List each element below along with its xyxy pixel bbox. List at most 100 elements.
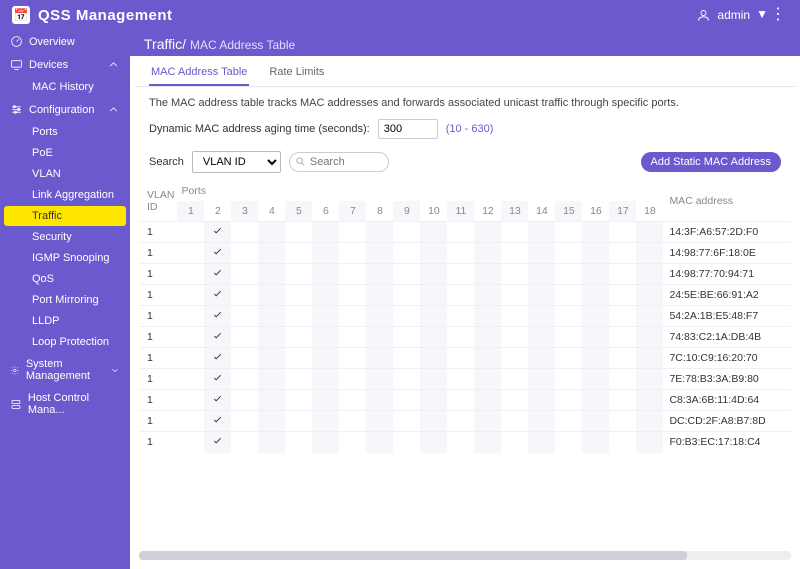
cell-port	[636, 432, 663, 453]
col-port-6[interactable]: 6	[312, 201, 339, 222]
col-port-7[interactable]: 7	[339, 201, 366, 222]
col-port-1[interactable]: 1	[177, 201, 204, 222]
table-row[interactable]: 17E:78:B3:3A:B9:80Dyn	[139, 369, 791, 390]
table-row[interactable]: 114:98:77:70:94:71Dyn	[139, 264, 791, 285]
horizontal-scrollbar[interactable]	[139, 551, 791, 560]
col-port-16[interactable]: 16	[582, 201, 609, 222]
sidebar-item-ports[interactable]: Ports	[4, 122, 126, 142]
sidebar-devices[interactable]: Devices	[0, 53, 130, 76]
col-port-10[interactable]: 10	[420, 201, 447, 222]
gear-icon	[10, 364, 20, 377]
col-port-11[interactable]: 11	[447, 201, 474, 222]
sidebar-item-vlan[interactable]: VLAN	[4, 164, 126, 184]
sidebar-system-management[interactable]: System Management	[0, 353, 130, 387]
sidebar-item-poe[interactable]: PoE	[4, 143, 126, 163]
sidebar-item-mac-history[interactable]: MAC History	[4, 77, 126, 97]
col-port-3[interactable]: 3	[231, 201, 258, 222]
col-port-14[interactable]: 14	[528, 201, 555, 222]
sidebar-item-port-mirroring[interactable]: Port Mirroring	[4, 290, 126, 310]
more-menu[interactable]: ⋮	[768, 7, 788, 23]
col-port-13[interactable]: 13	[501, 201, 528, 222]
col-vlan[interactable]: VLAN ID	[139, 181, 177, 222]
cell-port	[609, 285, 636, 306]
cell-port	[393, 348, 420, 369]
col-port-2[interactable]: 2	[204, 201, 231, 222]
cell-port	[528, 348, 555, 369]
table-row[interactable]: 114:98:77:6F:18:0EDyn	[139, 243, 791, 264]
sidebar-configuration[interactable]: Configuration	[0, 98, 130, 121]
sidebar-overview[interactable]: Overview	[0, 30, 130, 53]
table-row[interactable]: 174:83:C2:1A:DB:4BDyn	[139, 327, 791, 348]
table-row[interactable]: 154:2A:1B:E5:48:F7Dyn	[139, 306, 791, 327]
table-row[interactable]: 124:5E:BE:66:91:A2Dyn	[139, 285, 791, 306]
table-row[interactable]: 1F0:B3:EC:17:18:C4Dyn	[139, 432, 791, 453]
search-field-select[interactable]: VLAN ID	[192, 151, 281, 173]
cell-port	[582, 222, 609, 243]
user-menu[interactable]: admin ▼	[696, 8, 768, 23]
cell-port	[528, 432, 555, 453]
cell-port	[420, 285, 447, 306]
cell-port	[474, 369, 501, 390]
cell-port	[339, 369, 366, 390]
sidebar-item-link-aggregation[interactable]: Link Aggregation	[4, 185, 126, 205]
cell-port	[501, 243, 528, 264]
sidebar-item-lldp[interactable]: LLDP	[4, 311, 126, 331]
sidebar-item-security[interactable]: Security	[4, 227, 126, 247]
cell-port	[609, 432, 636, 453]
cell-port	[312, 390, 339, 411]
cell-port	[204, 306, 231, 327]
col-port-8[interactable]: 8	[366, 201, 393, 222]
main-panel: Traffic/ MAC Address Table MAC Address T…	[130, 30, 800, 569]
cell-port	[366, 306, 393, 327]
col-port-12[interactable]: 12	[474, 201, 501, 222]
sidebar-host-control[interactable]: Host Control Mana...	[0, 387, 130, 421]
cell-port	[636, 390, 663, 411]
breadcrumb-last[interactable]: MAC Address Table	[190, 38, 295, 52]
sidebar-item-igmp-snooping[interactable]: IGMP Snooping	[4, 248, 126, 268]
col-port-15[interactable]: 15	[555, 201, 582, 222]
devices-icon	[10, 58, 23, 71]
sidebar-item-qos[interactable]: QoS	[4, 269, 126, 289]
cell-mac: 14:98:77:6F:18:0E	[663, 243, 791, 264]
cell-port	[312, 264, 339, 285]
cell-mac: DC:CD:2F:A8:B7:8D	[663, 411, 791, 432]
cell-port	[609, 243, 636, 264]
cell-port	[231, 348, 258, 369]
scrollbar-thumb[interactable]	[139, 551, 687, 560]
add-static-mac-button[interactable]: Add Static MAC Address	[641, 152, 781, 172]
sidebar-item-loop-protection[interactable]: Loop Protection	[4, 332, 126, 352]
table-row[interactable]: 1C8:3A:6B:11:4D:64Dyn	[139, 390, 791, 411]
check-icon	[212, 309, 223, 320]
table-row[interactable]: 17C:10:C9:16:20:70Dyn	[139, 348, 791, 369]
col-mac[interactable]: MAC address	[663, 181, 791, 222]
tab-rate-limits[interactable]: Rate Limits	[267, 62, 326, 86]
col-port-5[interactable]: 5	[285, 201, 312, 222]
table-row[interactable]: 114:3F:A6:57:2D:F0Dyn	[139, 222, 791, 243]
cell-port	[258, 411, 285, 432]
cell-mac: 74:83:C2:1A:DB:4B	[663, 327, 791, 348]
col-port-4[interactable]: 4	[258, 201, 285, 222]
aging-input[interactable]	[378, 119, 438, 139]
mac-table-wrap[interactable]: VLAN IDPortsMAC addressType 123456789101…	[139, 181, 791, 547]
cell-port	[339, 348, 366, 369]
cell-port	[555, 306, 582, 327]
cell-port	[420, 306, 447, 327]
tab-mac-address-table[interactable]: MAC Address Table	[149, 62, 249, 86]
cell-port	[204, 264, 231, 285]
cell-port	[501, 327, 528, 348]
sidebar-item-traffic[interactable]: Traffic	[4, 206, 126, 226]
cell-port	[474, 243, 501, 264]
chevron-down-icon	[110, 364, 120, 377]
col-port-9[interactable]: 9	[393, 201, 420, 222]
check-icon	[212, 351, 223, 362]
gauge-icon	[10, 35, 23, 48]
cell-port	[555, 411, 582, 432]
sidebar-hostctrl-label: Host Control Mana...	[28, 392, 120, 416]
cell-port	[420, 264, 447, 285]
table-row[interactable]: 1DC:CD:2F:A8:B7:8DDyn	[139, 411, 791, 432]
cell-port	[582, 369, 609, 390]
col-port-17[interactable]: 17	[609, 201, 636, 222]
col-port-18[interactable]: 18	[636, 201, 663, 222]
cell-port	[420, 369, 447, 390]
cell-port	[312, 222, 339, 243]
